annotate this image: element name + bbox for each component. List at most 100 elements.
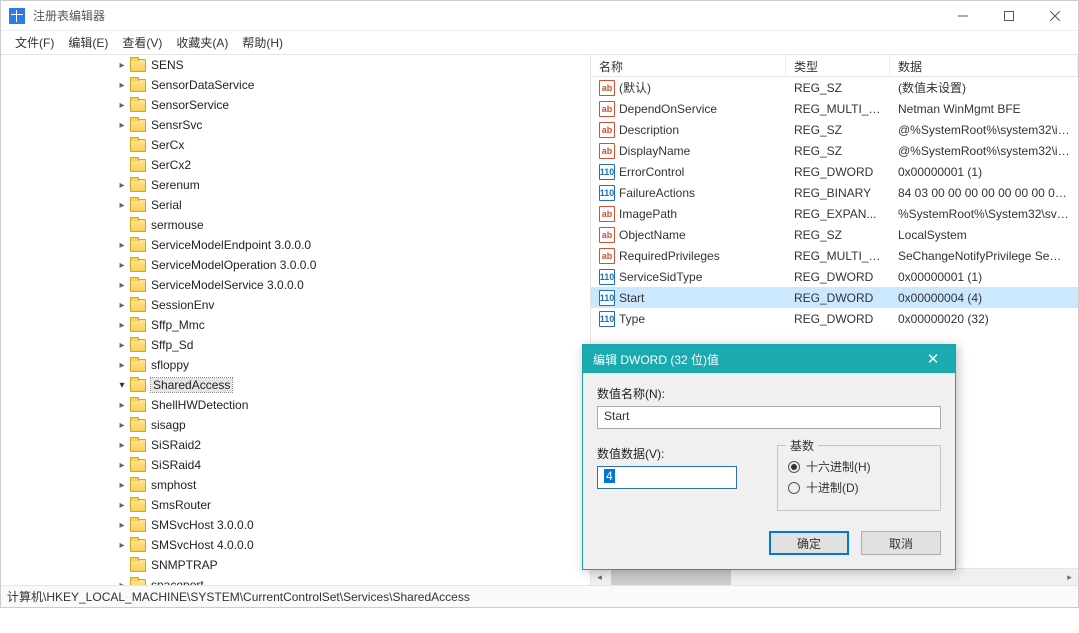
minimize-button[interactable] (940, 1, 986, 31)
expand-icon[interactable]: ▸ (116, 179, 128, 191)
tree-item-sessionenv[interactable]: ▸ SessionEnv (1, 295, 590, 315)
tree-item-serial[interactable]: ▸Serial (1, 195, 590, 215)
tree-label: spaceport (151, 578, 204, 585)
ok-button[interactable]: 确定 (769, 531, 849, 555)
value-row[interactable]: 110ServiceSidTypeREG_DWORD0x00000001 (1) (591, 266, 1078, 287)
expand-icon[interactable]: ▸ (116, 199, 128, 211)
tree-item-smphost[interactable]: ▸ smphost (1, 475, 590, 495)
expand-icon[interactable]: ▸ (116, 119, 128, 131)
expand-icon[interactable]: ▸ (116, 99, 128, 111)
tree-item-smsvchost-4-0-0-0[interactable]: ▸SMSvcHost 4.0.0.0 (1, 535, 590, 555)
tree-item-sens[interactable]: ▸SENS (1, 55, 590, 75)
expand-icon[interactable]: ▸ (116, 279, 128, 291)
tree-item-sensordataservice[interactable]: ▸SensorDataService (1, 75, 590, 95)
menu-file[interactable]: 文件(F) (9, 32, 60, 53)
tree-item-servicemodelendpoint-3-0-0-0[interactable]: ▸ServiceModelEndpoint 3.0.0.0 (1, 235, 590, 255)
tree-scroll[interactable]: ▸SENS▸SensorDataService▸SensorService▸Se… (1, 55, 590, 585)
h-scroll-right[interactable]: ▸ (1061, 569, 1078, 586)
value-row[interactable]: abRequiredPrivilegesREG_MULTI_SZSeChange… (591, 245, 1078, 266)
tree-item-serenum[interactable]: ▸Serenum (1, 175, 590, 195)
dialog-close-button[interactable]: ✕ (921, 347, 945, 371)
col-header-data[interactable]: 数据 (890, 55, 1078, 76)
expand-icon[interactable]: ▸ (116, 239, 128, 251)
tree-item-sercx[interactable]: SerCx (1, 135, 590, 155)
maximize-button[interactable] (986, 1, 1032, 31)
expand-icon[interactable]: ▸ (116, 499, 128, 511)
tree-item-sffp-sd[interactable]: ▸Sffp_Sd (1, 335, 590, 355)
tree-item-sisraid4[interactable]: ▸SiSRaid4 (1, 455, 590, 475)
tree-item-sisagp[interactable]: ▸sisagp (1, 415, 590, 435)
tree-item-sfloppy[interactable]: ▸sfloppy (1, 355, 590, 375)
value-row[interactable]: abImagePathREG_EXPAN...%SystemRoot%\Syst… (591, 203, 1078, 224)
h-scrollbar[interactable]: ◂ ▸ (591, 568, 1078, 585)
radio-hex[interactable] (788, 461, 800, 473)
col-header-type[interactable]: 类型 (786, 55, 890, 76)
radio-hex-row[interactable]: 十六进制(H) (788, 458, 930, 475)
tree-item-sffp-mmc[interactable]: ▸Sffp_Mmc (1, 315, 590, 335)
folder-icon (130, 299, 146, 312)
expand-icon[interactable]: ▸ (116, 539, 128, 551)
tree-item-servicemodeloperation-3-0-0-0[interactable]: ▸ServiceModelOperation 3.0.0.0 (1, 255, 590, 275)
h-scroll-thumb[interactable] (611, 570, 731, 585)
value-row[interactable]: abDisplayNameREG_SZ@%SystemRoot%\system3… (591, 140, 1078, 161)
value-type: REG_DWORD (786, 312, 890, 326)
menu-favorites[interactable]: 收藏夹(A) (170, 32, 234, 53)
expand-icon[interactable]: ▸ (116, 359, 128, 371)
expand-icon[interactable]: ▸ (116, 399, 128, 411)
expand-icon[interactable]: ▸ (116, 419, 128, 431)
dialog-titlebar[interactable]: 编辑 DWORD (32 位)值 ✕ (583, 345, 955, 373)
edit-dword-dialog: 编辑 DWORD (32 位)值 ✕ 数值名称(N): Start 数值数据(V… (582, 344, 956, 570)
radio-dec[interactable] (788, 482, 800, 494)
expand-icon[interactable]: ▸ (116, 339, 128, 351)
value-row[interactable]: 110StartREG_DWORD0x00000004 (4) (591, 287, 1078, 308)
value-row[interactable]: abObjectNameREG_SZLocalSystem (591, 224, 1078, 245)
value-type: REG_SZ (786, 228, 890, 242)
value-data-field[interactable]: 4 (597, 466, 737, 489)
tree-item-smsrouter[interactable]: ▸SmsRouter (1, 495, 590, 515)
value-row[interactable]: ab(默认)REG_SZ(数值未设置) (591, 77, 1078, 98)
expand-icon[interactable]: ▸ (116, 79, 128, 91)
close-button[interactable] (1032, 1, 1078, 31)
value-row[interactable]: abDependOnServiceREG_MULTI_SZNetman WinM… (591, 98, 1078, 119)
radio-dec-row[interactable]: 十进制(D) (788, 479, 930, 496)
menu-view[interactable]: 查看(V) (116, 32, 168, 53)
expand-icon[interactable]: ▸ (116, 459, 128, 471)
value-name: DependOnService (619, 102, 717, 116)
tree-item-sermouse[interactable]: sermouse (1, 215, 590, 235)
value-row[interactable]: abDescriptionREG_SZ@%SystemRoot%\system3… (591, 119, 1078, 140)
value-data: %SystemRoot%\System32\svchost.exe -k ... (890, 207, 1078, 221)
expand-icon[interactable]: ▸ (116, 59, 128, 71)
tree-item-snmptrap[interactable]: SNMPTRAP (1, 555, 590, 575)
tree-item-shellhwdetection[interactable]: ▸ShellHWDetection (1, 395, 590, 415)
value-name: RequiredPrivileges (619, 249, 720, 263)
tree-item-sharedaccess[interactable]: ▾SharedAccess (1, 375, 590, 395)
value-row[interactable]: 110ErrorControlREG_DWORD0x00000001 (1) (591, 161, 1078, 182)
value-row[interactable]: 110FailureActionsREG_BINARY84 03 00 00 0… (591, 182, 1078, 203)
expand-icon[interactable]: ▸ (116, 479, 128, 491)
expand-icon[interactable]: ▸ (116, 519, 128, 531)
menu-help[interactable]: 帮助(H) (236, 32, 289, 53)
tree-item-sercx2[interactable]: SerCx2 (1, 155, 590, 175)
tree-item-spaceport[interactable]: ▸ spaceport (1, 575, 590, 585)
value-name-field[interactable]: Start (597, 406, 941, 429)
tree-item-sensorservice[interactable]: ▸SensorService (1, 95, 590, 115)
expand-icon[interactable]: ▸ (116, 319, 128, 331)
expand-icon[interactable]: ▸ (116, 299, 128, 311)
expand-icon[interactable]: ▸ (116, 259, 128, 271)
base-legend: 基数 (786, 437, 818, 454)
cancel-button[interactable]: 取消 (861, 531, 941, 555)
tree-label: smphost (151, 478, 196, 492)
col-header-name[interactable]: 名称 (591, 55, 786, 76)
value-row[interactable]: 110TypeREG_DWORD0x00000020 (32) (591, 308, 1078, 329)
tree-item-smsvchost-3-0-0-0[interactable]: ▸SMSvcHost 3.0.0.0 (1, 515, 590, 535)
tree-label: SessionEnv (151, 298, 214, 312)
folder-icon (130, 459, 146, 472)
menu-edit[interactable]: 编辑(E) (62, 32, 114, 53)
expand-icon[interactable]: ▸ (116, 439, 128, 451)
h-scroll-left[interactable]: ◂ (591, 569, 608, 586)
tree-item-sensrsvc[interactable]: ▸SensrSvc (1, 115, 590, 135)
expand-icon[interactable]: ▾ (116, 379, 128, 391)
tree-item-servicemodelservice-3-0-0-0[interactable]: ▸ServiceModelService 3.0.0.0 (1, 275, 590, 295)
expand-icon[interactable]: ▸ (116, 579, 128, 585)
tree-item-sisraid2[interactable]: ▸SiSRaid2 (1, 435, 590, 455)
